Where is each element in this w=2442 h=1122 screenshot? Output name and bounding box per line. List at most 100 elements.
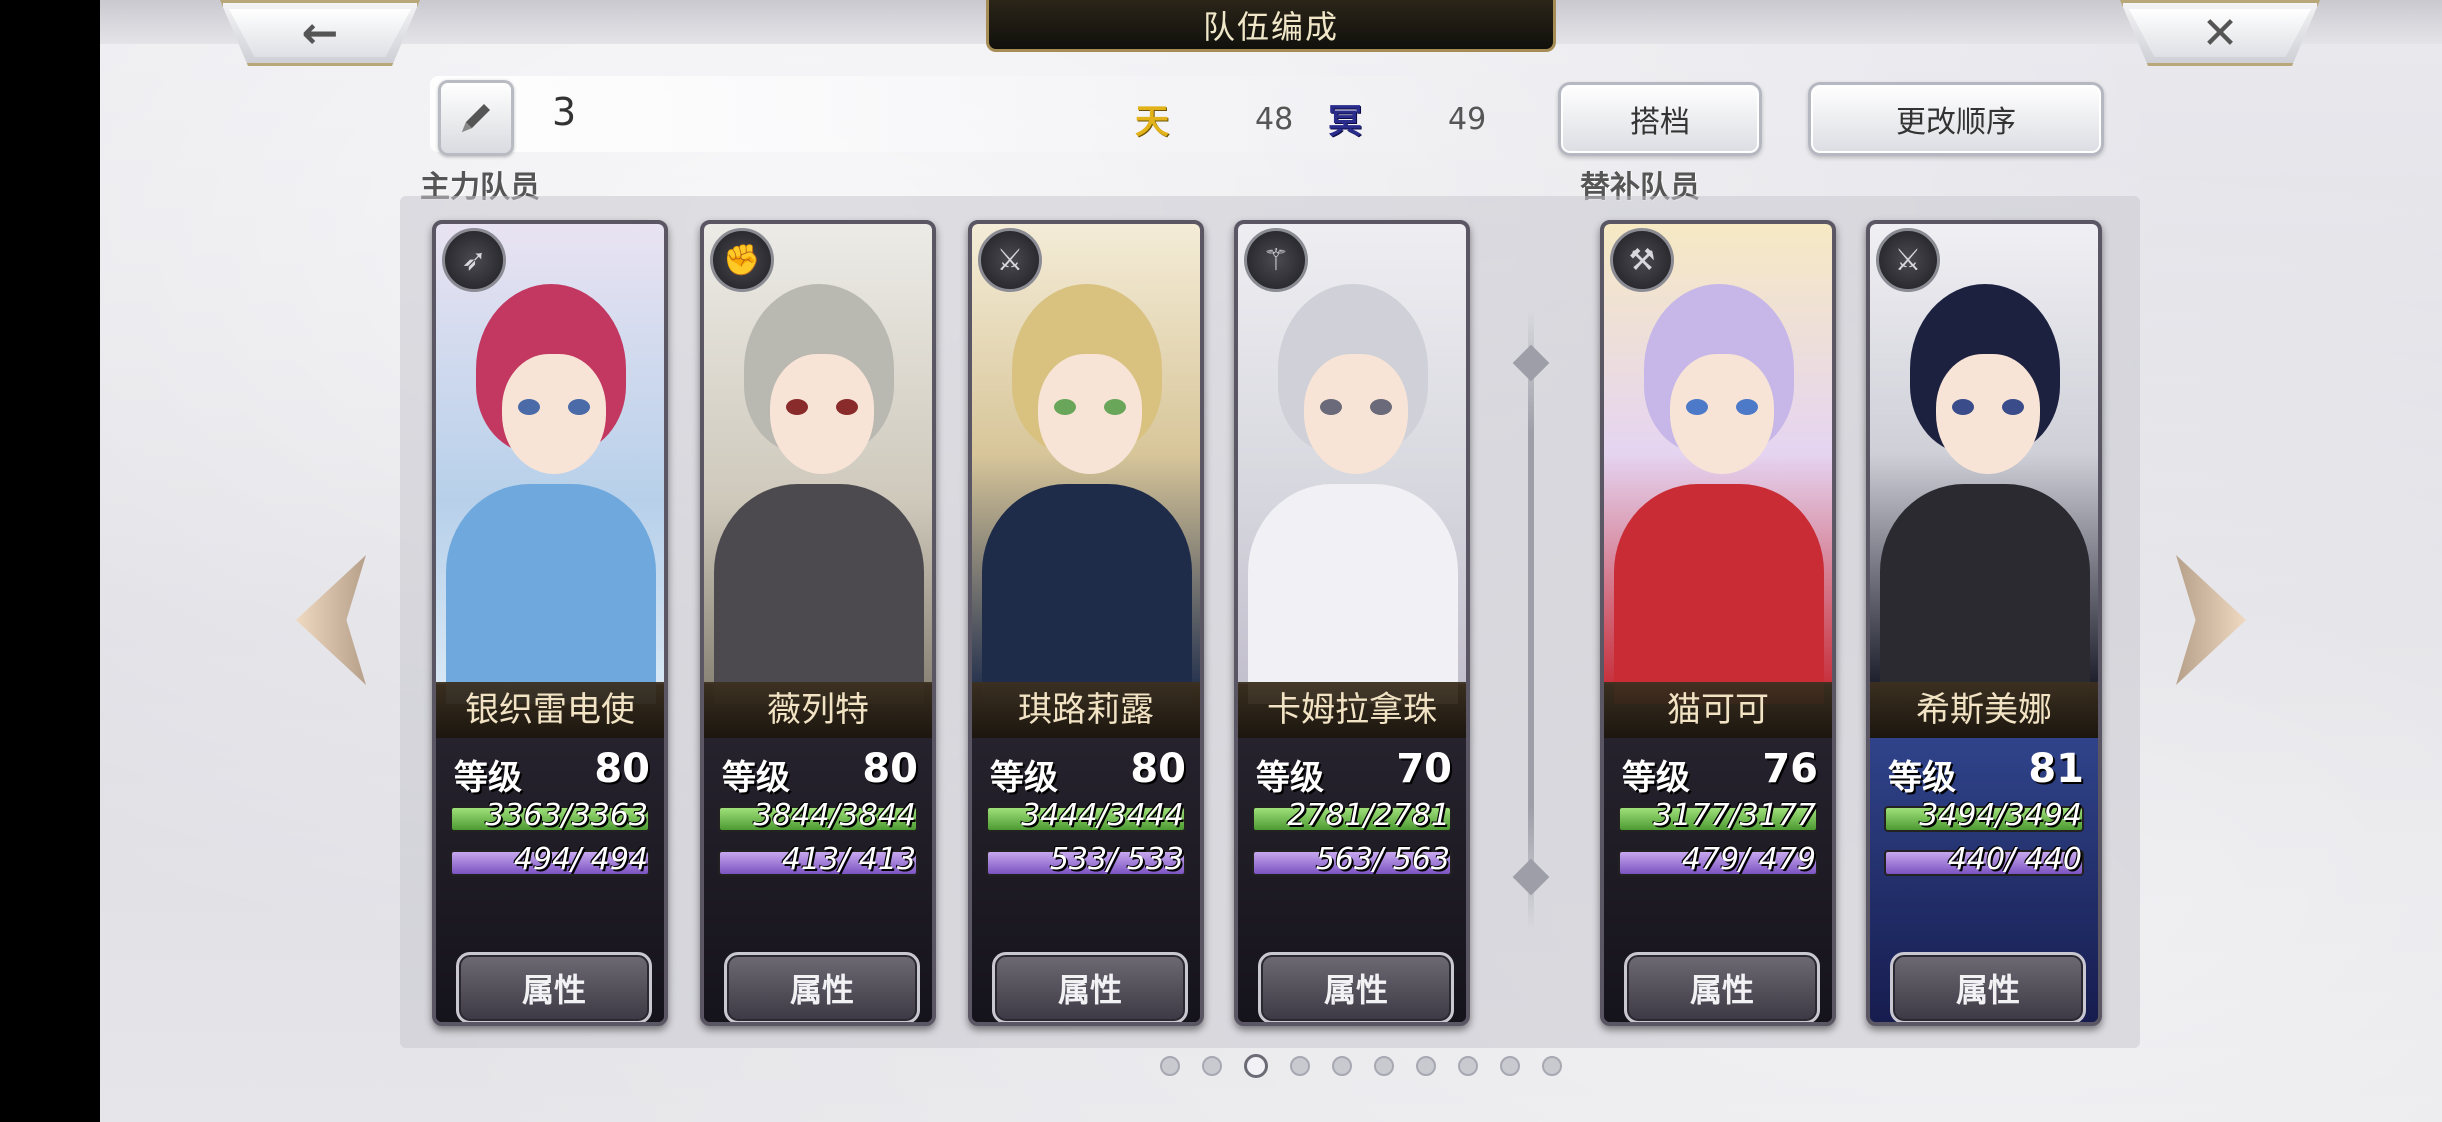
arrow-left-icon: ←	[301, 7, 339, 59]
partner-button[interactable]: 搭档	[1558, 82, 1762, 156]
character-name: 卡姆拉拿珠	[1238, 682, 1466, 738]
attributes-button[interactable]: 属性	[1258, 952, 1454, 1022]
ming-value: 49	[1448, 102, 1487, 137]
character-portrait	[1870, 224, 2098, 704]
page-dot[interactable]	[1244, 1054, 1268, 1078]
sword-icon: ⚔	[978, 228, 1042, 292]
level-value: 80	[1130, 746, 1186, 792]
member-divider	[1528, 310, 1534, 930]
character-stats: 等级 80 3363/3363 494/ 494 属性	[436, 738, 664, 1022]
page-dot[interactable]	[1500, 1056, 1520, 1076]
team-formation-screen: ← 队伍编成 ✕ 3 天 48 冥 49 搭档 更改顺序 主力队员 替补队员 ➶…	[100, 0, 2442, 1122]
page-dot[interactable]	[1202, 1056, 1222, 1076]
mp-bar: 494/ 494	[450, 842, 650, 877]
page-dot[interactable]	[1374, 1056, 1394, 1076]
attributes-button[interactable]: 属性	[724, 952, 920, 1022]
character-portrait	[1604, 224, 1832, 704]
character-stats: 等级 80 3844/3844 413/ 413 属性	[704, 738, 932, 1022]
page-dot[interactable]	[1160, 1056, 1180, 1076]
close-icon: ✕	[2201, 7, 2239, 59]
attributes-button[interactable]: 属性	[456, 952, 652, 1022]
axe-icon: ⚒	[1610, 228, 1674, 292]
mp-value: 479/ 479	[1681, 842, 1816, 877]
level-label: 等级	[454, 758, 522, 798]
hp-bar: 3844/3844	[718, 798, 918, 833]
attributes-button[interactable]: 属性	[992, 952, 1188, 1022]
level-label: 等级	[1256, 758, 1324, 798]
mp-bar: 563/ 563	[1252, 842, 1452, 877]
hp-value: 3844/3844	[753, 798, 916, 833]
character-portrait	[704, 224, 932, 704]
member-card[interactable]: ✊ 薇列特 等级 80 3844/3844 413/ 413 属性	[700, 220, 936, 1026]
tian-icon: 天	[1135, 102, 1169, 142]
tian-value: 48	[1255, 102, 1294, 137]
hp-bar: 2781/2781	[1252, 798, 1452, 833]
character-portrait	[436, 224, 664, 704]
level-value: 70	[1396, 746, 1452, 792]
hp-value: 3177/3177	[1653, 798, 1816, 833]
character-stats: 等级 76 3177/3177 479/ 479 属性	[1604, 738, 1832, 1022]
hp-bar: 3363/3363	[450, 798, 650, 833]
level-value: 80	[862, 746, 918, 792]
staff-icon: ⚚	[1244, 228, 1308, 292]
gauntlet-icon: ✊	[710, 228, 774, 292]
character-portrait	[1238, 224, 1466, 704]
level-value: 80	[594, 746, 650, 792]
level-label: 等级	[1888, 758, 1956, 798]
reorder-button[interactable]: 更改顺序	[1808, 82, 2104, 156]
character-name: 猫可可	[1604, 682, 1832, 738]
page-dot[interactable]	[1458, 1056, 1478, 1076]
ming-icon: 冥	[1328, 102, 1362, 142]
attributes-button[interactable]: 属性	[1890, 952, 2086, 1022]
hp-bar: 3444/3444	[986, 798, 1186, 833]
mp-value: 494/ 494	[513, 842, 648, 877]
character-name: 希斯美娜	[1870, 682, 2098, 738]
member-card[interactable]: ⚔ 希斯美娜 等级 81 3494/3494 440/ 440 属性	[1866, 220, 2102, 1026]
level-value: 76	[1762, 746, 1818, 792]
mp-bar: 413/ 413	[718, 842, 918, 877]
mp-value: 533/ 533	[1049, 842, 1184, 877]
character-stats: 等级 70 2781/2781 563/ 563 属性	[1238, 738, 1466, 1022]
next-party-arrow-icon[interactable]	[2176, 555, 2246, 685]
mp-value: 563/ 563	[1315, 842, 1450, 877]
close-button[interactable]: ✕	[2120, 0, 2320, 66]
bow-icon: ➶	[442, 228, 506, 292]
character-portrait	[972, 224, 1200, 704]
hp-value: 3363/3363	[485, 798, 648, 833]
character-stats: 等级 80 3444/3444 533/ 533 属性	[972, 738, 1200, 1022]
member-card[interactable]: ⚚ 卡姆拉拿珠 等级 70 2781/2781 563/ 563 属性	[1234, 220, 1470, 1026]
hp-value: 3494/3494	[1919, 798, 2082, 833]
hp-bar: 3494/3494	[1884, 798, 2084, 833]
sword-icon: ⚔	[1876, 228, 1940, 292]
member-card[interactable]: ⚔ 琪路莉露 等级 80 3444/3444 533/ 533 属性	[968, 220, 1204, 1026]
character-name: 薇列特	[704, 682, 932, 738]
mp-bar: 440/ 440	[1884, 842, 2084, 877]
mp-value: 413/ 413	[781, 842, 916, 877]
back-button[interactable]: ←	[220, 0, 420, 66]
character-stats: 等级 81 3494/3494 440/ 440 属性	[1870, 738, 2098, 1022]
level-label: 等级	[722, 758, 790, 798]
level-value: 81	[2028, 746, 2084, 792]
attributes-button[interactable]: 属性	[1624, 952, 1820, 1022]
member-card[interactable]: ➶ 银织雷电使 等级 80 3363/3363 494/ 494 属性	[432, 220, 668, 1026]
previous-party-arrow-icon[interactable]	[296, 555, 366, 685]
mp-bar: 533/ 533	[986, 842, 1186, 877]
mp-value: 440/ 440	[1947, 842, 2082, 877]
page-dot[interactable]	[1332, 1056, 1352, 1076]
member-card[interactable]: ⚒ 猫可可 等级 76 3177/3177 479/ 479 属性	[1600, 220, 1836, 1026]
mp-bar: 479/ 479	[1618, 842, 1818, 877]
page-dot[interactable]	[1542, 1056, 1562, 1076]
page-title: 队伍编成	[986, 0, 1556, 52]
character-name: 银织雷电使	[436, 682, 664, 738]
rename-party-button[interactable]	[438, 80, 514, 156]
level-label: 等级	[990, 758, 1058, 798]
page-dot[interactable]	[1416, 1056, 1436, 1076]
level-label: 等级	[1622, 758, 1690, 798]
hp-value: 3444/3444	[1021, 798, 1184, 833]
pen-icon	[462, 104, 490, 132]
page-dot[interactable]	[1290, 1056, 1310, 1076]
hp-bar: 3177/3177	[1618, 798, 1818, 833]
character-name: 琪路莉露	[972, 682, 1200, 738]
party-number: 3	[552, 90, 577, 134]
pagination	[1160, 1054, 1562, 1080]
